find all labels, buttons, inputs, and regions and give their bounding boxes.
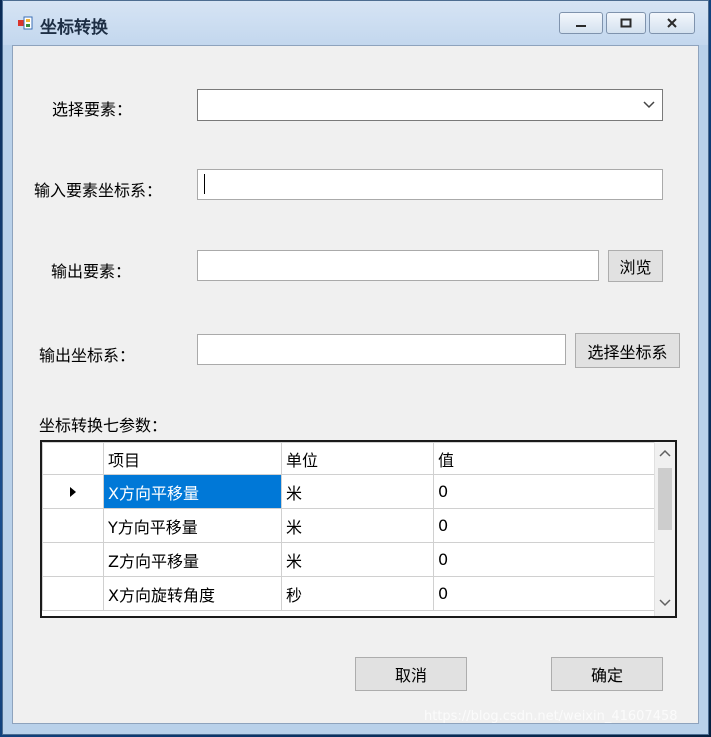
scroll-up-icon[interactable] (659, 449, 671, 457)
coordinate-transform-window: 坐标转换 选择要素： 输入要素坐标系： 输出要素： 浏览 输出坐标系： 选择坐标… (2, 0, 709, 735)
app-icon (18, 16, 33, 30)
select-crs-button[interactable]: 选择坐标系 (575, 333, 680, 368)
cell-item[interactable]: Y方向平移量 (103, 508, 282, 543)
close-icon (667, 18, 677, 28)
grid-vertical-scrollbar[interactable] (654, 442, 675, 616)
cell-unit[interactable]: 米 (281, 474, 434, 509)
row-header[interactable] (42, 508, 104, 543)
output-feature-field[interactable] (197, 250, 599, 281)
column-header-value[interactable]: 值 (433, 442, 657, 475)
window-title: 坐标转换 (40, 18, 108, 38)
cell-item[interactable]: X方向旋转角度 (103, 576, 282, 611)
cell-unit[interactable]: 米 (281, 508, 434, 543)
table-row[interactable]: X方向旋转角度 秒 0 (42, 576, 657, 611)
cell-value[interactable]: 0 (433, 508, 657, 543)
table-row[interactable]: Y方向平移量 米 0 (42, 508, 657, 543)
output-crs-field[interactable] (197, 334, 566, 365)
cell-item[interactable]: Z方向平移量 (103, 542, 282, 577)
title-bar[interactable]: 坐标转换 (3, 1, 708, 45)
minimize-button[interactable] (559, 12, 603, 34)
form-body: 选择要素： 输入要素坐标系： 输出要素： 浏览 输出坐标系： 选择坐标系 坐标转… (12, 45, 699, 724)
browse-button[interactable]: 浏览 (608, 250, 663, 282)
maximize-icon (620, 18, 632, 28)
row-header[interactable] (42, 576, 104, 611)
table-row[interactable]: X方向平移量 米 0 (42, 474, 657, 509)
cell-value[interactable]: 0 (433, 576, 657, 611)
cell-item[interactable]: X方向平移量 (103, 474, 282, 509)
seven-params-label: 坐标转换七参数： (39, 416, 168, 435)
watermark-text: https://blog.csdn.net/weixin_41607458 (424, 709, 678, 724)
column-header-unit[interactable]: 单位 (281, 442, 434, 475)
ok-button[interactable]: 确定 (551, 657, 663, 691)
output-feature-label: 输出要素： (51, 262, 132, 281)
column-header-item[interactable]: 项目 (103, 442, 282, 475)
current-row-indicator-icon (70, 487, 76, 497)
input-crs-label: 输入要素坐标系： (34, 181, 163, 200)
cell-unit[interactable]: 米 (281, 542, 434, 577)
input-crs-field[interactable] (197, 169, 663, 200)
output-crs-label: 输出坐标系： (39, 346, 136, 365)
row-header[interactable] (42, 542, 104, 577)
maximize-button[interactable] (606, 12, 646, 34)
select-feature-label: 选择要素： (52, 100, 133, 119)
table-row[interactable]: Z方向平移量 米 0 (42, 542, 657, 577)
select-feature-combobox[interactable] (197, 89, 663, 121)
cancel-button[interactable]: 取消 (355, 657, 467, 691)
text-caret (204, 174, 205, 194)
seven-params-grid[interactable]: 项目 单位 值 X方向平移量 米 0 Y方向平移量 米 0 Z方向平移量 米 0… (40, 440, 677, 618)
close-button[interactable] (649, 12, 695, 34)
cell-unit[interactable]: 秒 (281, 576, 434, 611)
params-table: 项目 单位 值 X方向平移量 米 0 Y方向平移量 米 0 Z方向平移量 米 0… (42, 442, 657, 611)
chevron-down-icon (643, 101, 655, 109)
row-header-corner (42, 442, 104, 475)
cell-value[interactable]: 0 (433, 474, 657, 509)
minimize-icon (576, 25, 586, 27)
cell-value[interactable]: 0 (433, 542, 657, 577)
scroll-down-icon[interactable] (659, 599, 671, 607)
grid-header-row: 项目 单位 值 (42, 442, 657, 475)
row-header[interactable] (42, 474, 104, 509)
scrollbar-thumb[interactable] (658, 468, 672, 530)
